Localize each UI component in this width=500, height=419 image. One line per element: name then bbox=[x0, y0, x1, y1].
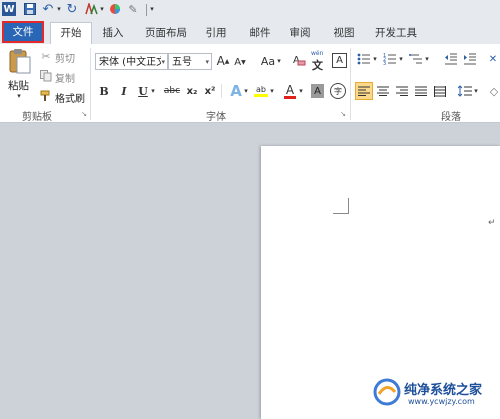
clipboard-group-label: 剪贴板 bbox=[22, 112, 52, 123]
enclose-characters-icon[interactable]: 字 bbox=[330, 83, 346, 99]
character-shading-icon[interactable]: A bbox=[311, 84, 324, 98]
copy-label[interactable]: 复制 bbox=[55, 70, 75, 85]
cut-icon[interactable]: ✂ bbox=[40, 50, 52, 63]
grow-font-icon[interactable]: A ▲ bbox=[216, 53, 230, 69]
numbering-icon[interactable]: 123 bbox=[383, 52, 397, 66]
italic-button[interactable]: I bbox=[118, 84, 130, 98]
svg-text:3: 3 bbox=[383, 61, 386, 66]
font-size-value: 五号 bbox=[172, 57, 192, 68]
highlight-letter: ab bbox=[256, 85, 266, 94]
ribbon-tabs: 文件 开始 插入 页面布局 引用 邮件 审阅 视图 开发工具 bbox=[0, 20, 500, 45]
undo-dropdown-icon[interactable]: ▾ bbox=[56, 5, 62, 13]
tab-page-layout[interactable]: 页面布局 bbox=[138, 23, 194, 43]
superscript-button[interactable]: x² bbox=[203, 84, 217, 98]
color-wheel-icon[interactable] bbox=[109, 3, 121, 15]
highlight-dropdown-icon[interactable]: ▾ bbox=[269, 87, 275, 95]
ribbon-home: 粘贴 ▾ ✂ 剪切 复制 格式刷 剪贴板 ↘ 宋体 (中文正文) ▾ 五号 ▾ … bbox=[0, 44, 500, 123]
distributed-button[interactable] bbox=[433, 83, 447, 99]
cut-label[interactable]: 剪切 bbox=[55, 50, 75, 65]
font-size-combo[interactable]: 五号 ▾ bbox=[168, 53, 212, 70]
draw-icon[interactable]: ✎ bbox=[126, 3, 140, 16]
decrease-indent-icon[interactable] bbox=[444, 52, 458, 66]
multilevel-list-icon[interactable] bbox=[409, 52, 423, 66]
format-painter-icon[interactable] bbox=[40, 90, 52, 102]
shading-icon[interactable]: ◇ bbox=[488, 83, 500, 99]
justify-button[interactable] bbox=[414, 83, 428, 99]
shrink-font-icon[interactable]: A ▼ bbox=[233, 54, 247, 70]
paste-dropdown-icon[interactable]: ▾ bbox=[15, 92, 23, 100]
word-app-icon[interactable]: W bbox=[2, 2, 16, 16]
character-border-icon[interactable]: A bbox=[332, 53, 347, 68]
subscript-button[interactable]: x₂ bbox=[185, 84, 199, 98]
qat-more-icon[interactable]: ▾ bbox=[149, 5, 155, 13]
increase-indent-icon[interactable] bbox=[463, 52, 477, 66]
underline-button[interactable]: U bbox=[137, 84, 149, 98]
font-group-label: 字体 bbox=[206, 112, 226, 123]
phonetic-guide-icon[interactable]: wén 文 bbox=[311, 50, 327, 72]
phonetic-guide-label: wén bbox=[311, 50, 324, 57]
font-color-icon[interactable]: A bbox=[283, 82, 297, 100]
clear-format-icon[interactable]: A bbox=[292, 52, 306, 68]
bullets-dropdown-icon[interactable]: ▾ bbox=[372, 55, 378, 63]
font-size-dropdown-icon[interactable]: ▾ bbox=[205, 54, 209, 71]
strikethrough-button[interactable]: abc bbox=[162, 84, 182, 98]
paste-label[interactable]: 粘贴 bbox=[8, 78, 29, 93]
separator bbox=[90, 48, 91, 120]
clipboard-launcher-icon[interactable]: ↘ bbox=[80, 110, 88, 118]
bold-button[interactable]: B bbox=[98, 84, 110, 98]
customize-dropdown-icon[interactable]: ▾ bbox=[99, 5, 105, 13]
text-effects-dropdown-icon[interactable]: ▾ bbox=[243, 87, 249, 95]
paste-icon[interactable] bbox=[8, 48, 32, 74]
tab-review[interactable]: 审阅 bbox=[284, 23, 316, 43]
copy-icon[interactable] bbox=[40, 70, 52, 82]
paragraph-mark-icon: ↵ bbox=[488, 218, 496, 228]
font-name-combo[interactable]: 宋体 (中文正文) ▾ bbox=[95, 53, 168, 70]
separator bbox=[221, 84, 222, 98]
numbering-dropdown-icon[interactable]: ▾ bbox=[398, 55, 404, 63]
font-color-letter: A bbox=[285, 82, 295, 97]
font-color-dropdown-icon[interactable]: ▾ bbox=[298, 87, 304, 95]
bullets-icon[interactable] bbox=[357, 52, 371, 66]
qat-separator bbox=[146, 4, 147, 16]
tab-insert[interactable]: 插入 bbox=[96, 23, 130, 43]
multilevel-dropdown-icon[interactable]: ▾ bbox=[424, 55, 430, 63]
highlight-swatch bbox=[254, 94, 268, 97]
redo-icon[interactable]: ↻ bbox=[66, 2, 78, 17]
tab-view[interactable]: 视图 bbox=[328, 23, 360, 43]
separator bbox=[350, 48, 351, 120]
tab-developer[interactable]: 开发工具 bbox=[370, 23, 422, 43]
tab-references[interactable]: 引用 bbox=[200, 23, 232, 43]
format-painter-label[interactable]: 格式刷 bbox=[55, 90, 85, 105]
align-left-button[interactable] bbox=[355, 82, 373, 100]
line-spacing-icon[interactable] bbox=[458, 83, 472, 99]
change-case-dropdown-icon[interactable]: ▾ bbox=[276, 56, 282, 66]
tab-mailings[interactable]: 邮件 bbox=[244, 23, 276, 43]
align-center-button[interactable] bbox=[376, 83, 390, 99]
customize-icon[interactable] bbox=[84, 3, 98, 15]
font-name-dropdown-icon[interactable]: ▾ bbox=[161, 54, 165, 71]
highlight-color-icon[interactable]: ab bbox=[253, 82, 269, 100]
margin-corner-mark bbox=[333, 198, 349, 214]
tab-home[interactable]: 开始 bbox=[50, 22, 92, 45]
paragraph-group-label: 段落 bbox=[441, 112, 461, 123]
font-name-value: 宋体 (中文正文) bbox=[99, 57, 161, 68]
change-case-icon[interactable]: Aa bbox=[259, 54, 277, 68]
undo-icon[interactable]: ↶ bbox=[41, 2, 55, 17]
quick-access-toolbar: W ↶ ▾ ↻ ▾ ✎ ▾ bbox=[0, 0, 500, 20]
text-effects-icon[interactable]: A bbox=[228, 82, 244, 100]
tab-file[interactable]: 文件 bbox=[2, 21, 44, 43]
align-right-button[interactable] bbox=[395, 83, 409, 99]
underline-dropdown-icon[interactable]: ▾ bbox=[150, 87, 156, 95]
font-color-swatch bbox=[284, 95, 296, 99]
watermark-text: 纯净系统之家 bbox=[404, 383, 483, 398]
watermark-url: www.ycwjzy.com bbox=[408, 397, 475, 406]
line-spacing-dropdown-icon[interactable]: ▾ bbox=[473, 87, 479, 95]
sort-icon[interactable]: ✕ bbox=[486, 52, 500, 66]
save-icon[interactable] bbox=[24, 3, 36, 15]
watermark-logo bbox=[373, 378, 401, 406]
font-launcher-icon[interactable]: ↘ bbox=[339, 110, 347, 118]
